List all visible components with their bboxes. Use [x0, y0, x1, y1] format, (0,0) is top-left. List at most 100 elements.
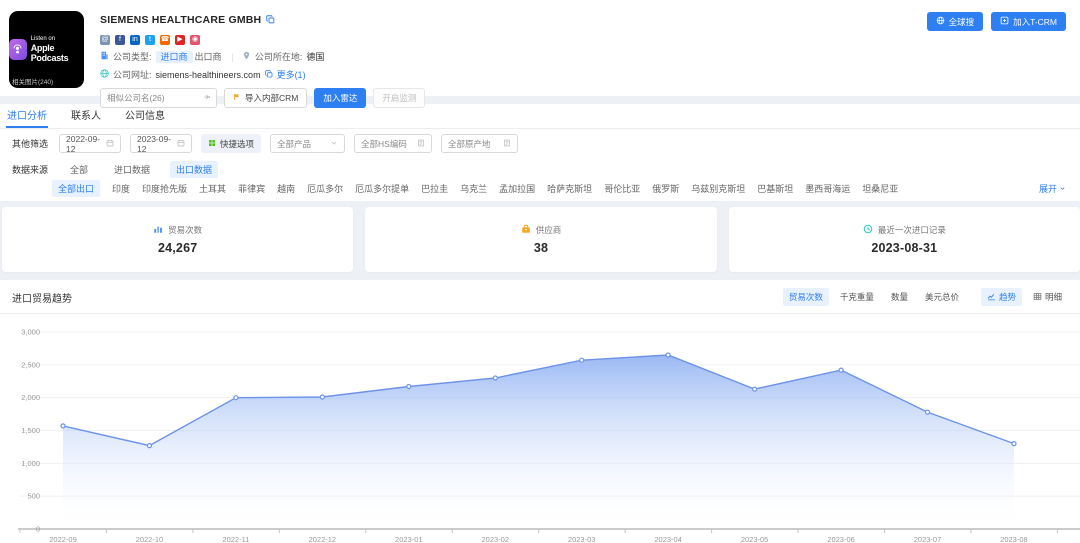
metric-button-千克重量[interactable]: 千克重量 — [834, 288, 880, 306]
country-tab[interactable]: 乌克兰 — [460, 182, 487, 195]
linkedin-icon[interactable]: in — [130, 35, 140, 45]
trade-platform-page: Listen on Apple Podcasts 相关图片(240) SIEME… — [0, 0, 1080, 543]
analysis-panel: 进口分析联系人公司信息 其他筛选 2022-09-12 2023-09-12 快… — [0, 104, 1080, 201]
company-type-tag[interactable]: 出口商 — [193, 51, 224, 63]
trend-header: 进口贸易趋势 贸易次数千克重量数量美元总价趋势明细 — [0, 280, 1080, 314]
view-button-明细[interactable]: 明细 — [1027, 288, 1068, 306]
website-row: 公司网址: siemens-healthineers.com 更多(1) — [100, 68, 425, 81]
tab-进口分析[interactable]: 进口分析 — [6, 102, 48, 128]
svg-text:2023-04: 2023-04 — [654, 535, 682, 543]
website-icon[interactable]: @ — [100, 35, 110, 45]
country-tabs-row: 全部出口印度印度抢先版土耳其菲律宾越南厄瓜多尔厄瓜多尔提单巴拉圭乌克兰孟加拉国哈… — [0, 179, 1080, 201]
podcast-badge-text: Listen on Apple Podcasts — [31, 36, 84, 64]
social-icons-row: @ fint ☎ ▶ ◉ — [100, 35, 425, 45]
podcast-icon — [9, 39, 27, 60]
origin-input[interactable]: 全部原产地 — [441, 134, 518, 153]
stat-value: 2023-08-31 — [871, 241, 937, 255]
country-tab[interactable]: 印度 — [112, 182, 130, 195]
trend-toolbar: 贸易次数千克重量数量美元总价趋势明细 — [783, 288, 1068, 306]
hs-code-input[interactable]: 全部HS编码 — [354, 134, 432, 153]
bar-chart-icon — [153, 224, 163, 236]
svg-text:2022-11: 2022-11 — [222, 535, 249, 543]
more-websites-link[interactable]: 更多(1) — [277, 68, 306, 81]
svg-text:2023-08: 2023-08 — [1000, 535, 1028, 543]
facebook-icon[interactable]: f — [115, 35, 125, 45]
country-tab[interactable]: 墨西哥海运 — [805, 182, 850, 195]
svg-text:3,000: 3,000 — [21, 328, 40, 337]
add-radar-button[interactable]: 加入雷达 — [314, 88, 366, 108]
country-tab[interactable]: 巴基斯坦 — [757, 182, 793, 195]
source-option[interactable]: 出口数据 — [170, 161, 218, 178]
copy-company-name-icon[interactable] — [266, 11, 275, 29]
view-button-趋势[interactable]: 趋势 — [981, 288, 1022, 306]
country-tab[interactable]: 巴拉圭 — [421, 182, 448, 195]
location-label: 公司所在地: — [255, 50, 303, 63]
stat-label: 最近一次进口记录 — [878, 224, 946, 236]
end-date-input[interactable]: 2023-09-12 — [130, 134, 192, 153]
clock-icon — [863, 224, 873, 236]
list-icon — [503, 139, 511, 149]
website-value[interactable]: siemens-healthineers.com — [156, 70, 261, 80]
website-label: 公司网址: — [113, 68, 152, 81]
source-option[interactable]: 全部 — [64, 161, 94, 178]
similar-company-input[interactable]: 相似公司名(26) — [100, 88, 217, 108]
twitter-icon[interactable]: t — [145, 35, 155, 45]
metric-button-美元总价[interactable]: 美元总价 — [919, 288, 965, 306]
country-tab[interactable]: 全部出口 — [52, 180, 100, 197]
metric-button-数量[interactable]: 数量 — [885, 288, 914, 306]
trade-trend-chart: 05001,0001,5002,0002,5003,0002022-092022… — [0, 314, 1080, 543]
product-select[interactable]: 全部产品 — [270, 134, 345, 153]
copy-website-icon[interactable] — [265, 70, 273, 80]
company-image[interactable]: Listen on Apple Podcasts 相关图片(240) — [9, 11, 84, 88]
youtube-icon[interactable]: ▶ — [175, 35, 185, 45]
import-crm-button[interactable]: 导入内部CRM — [224, 88, 307, 108]
start-date-input[interactable]: 2022-09-12 — [59, 134, 121, 153]
country-tab[interactable]: 哥伦比亚 — [604, 182, 640, 195]
start-monitor-button[interactable]: 开启监测 — [373, 88, 425, 108]
stat-card: 贸易次数24,267 — [2, 207, 353, 272]
stat-cards-row: 贸易次数24,267 供应商 38 最近一次进口记录 2023-08-31 — [0, 201, 1080, 280]
location-value: 德国 — [306, 50, 324, 63]
expand-link[interactable]: 展开 — [1039, 182, 1066, 195]
svg-text:2023-03: 2023-03 — [568, 535, 596, 543]
country-tab[interactable]: 印度抢先版 — [142, 182, 187, 195]
globe-icon — [100, 69, 109, 80]
quick-options-button[interactable]: 快捷选项 — [201, 134, 261, 153]
company-name: SIEMENS HEALTHCARE GMBH — [100, 14, 261, 26]
global-search-button[interactable]: 全球搜 — [927, 12, 984, 31]
list-icon — [417, 139, 425, 149]
country-tab[interactable]: 俄罗斯 — [652, 182, 679, 195]
svg-text:2022-12: 2022-12 — [309, 535, 337, 543]
header-actions: 全球搜 加入T-CRM — [927, 12, 1066, 31]
stat-label: 供应商 — [536, 224, 562, 236]
country-tab[interactable]: 坦桑尼亚 — [862, 182, 898, 195]
svg-text:500: 500 — [27, 492, 40, 501]
country-tab[interactable]: 厄瓜多尔提单 — [355, 182, 409, 195]
calendar-icon — [177, 139, 185, 149]
company-actions-row: 相似公司名(26) 导入内部CRM 加入雷达 开启监测 — [100, 88, 425, 108]
image-caption: 相关图片(240) — [12, 76, 53, 86]
country-tab[interactable]: 厄瓜多尔 — [307, 182, 343, 195]
source-option[interactable]: 进口数据 — [108, 161, 156, 178]
add-tcrm-button[interactable]: 加入T-CRM — [991, 12, 1066, 31]
svg-text:1,500: 1,500 — [21, 426, 40, 435]
instagram-icon[interactable]: ◉ — [190, 35, 200, 45]
svg-text:2023-02: 2023-02 — [481, 535, 509, 543]
svg-text:2022-09: 2022-09 — [49, 535, 77, 543]
country-tab[interactable]: 乌兹别克斯坦 — [691, 182, 745, 195]
company-type-tag[interactable]: 进口商 — [156, 51, 193, 63]
svg-text:2023-01: 2023-01 — [395, 535, 423, 543]
phone-icon[interactable]: ☎ — [160, 35, 170, 45]
stat-value: 38 — [534, 241, 548, 255]
other-filter-label: 其他筛选 — [12, 137, 48, 150]
country-tab[interactable]: 孟加拉国 — [499, 182, 535, 195]
similar-expand-icon — [203, 93, 211, 103]
global-search-globe-icon — [936, 16, 945, 27]
country-tab[interactable]: 越南 — [277, 182, 295, 195]
country-tab[interactable]: 哈萨克斯坦 — [547, 182, 592, 195]
tab-联系人[interactable]: 联系人 — [70, 102, 102, 128]
country-tab[interactable]: 土耳其 — [199, 182, 226, 195]
country-tab[interactable]: 菲律宾 — [238, 182, 265, 195]
calendar-icon — [106, 139, 114, 149]
metric-button-贸易次数[interactable]: 贸易次数 — [783, 288, 829, 306]
